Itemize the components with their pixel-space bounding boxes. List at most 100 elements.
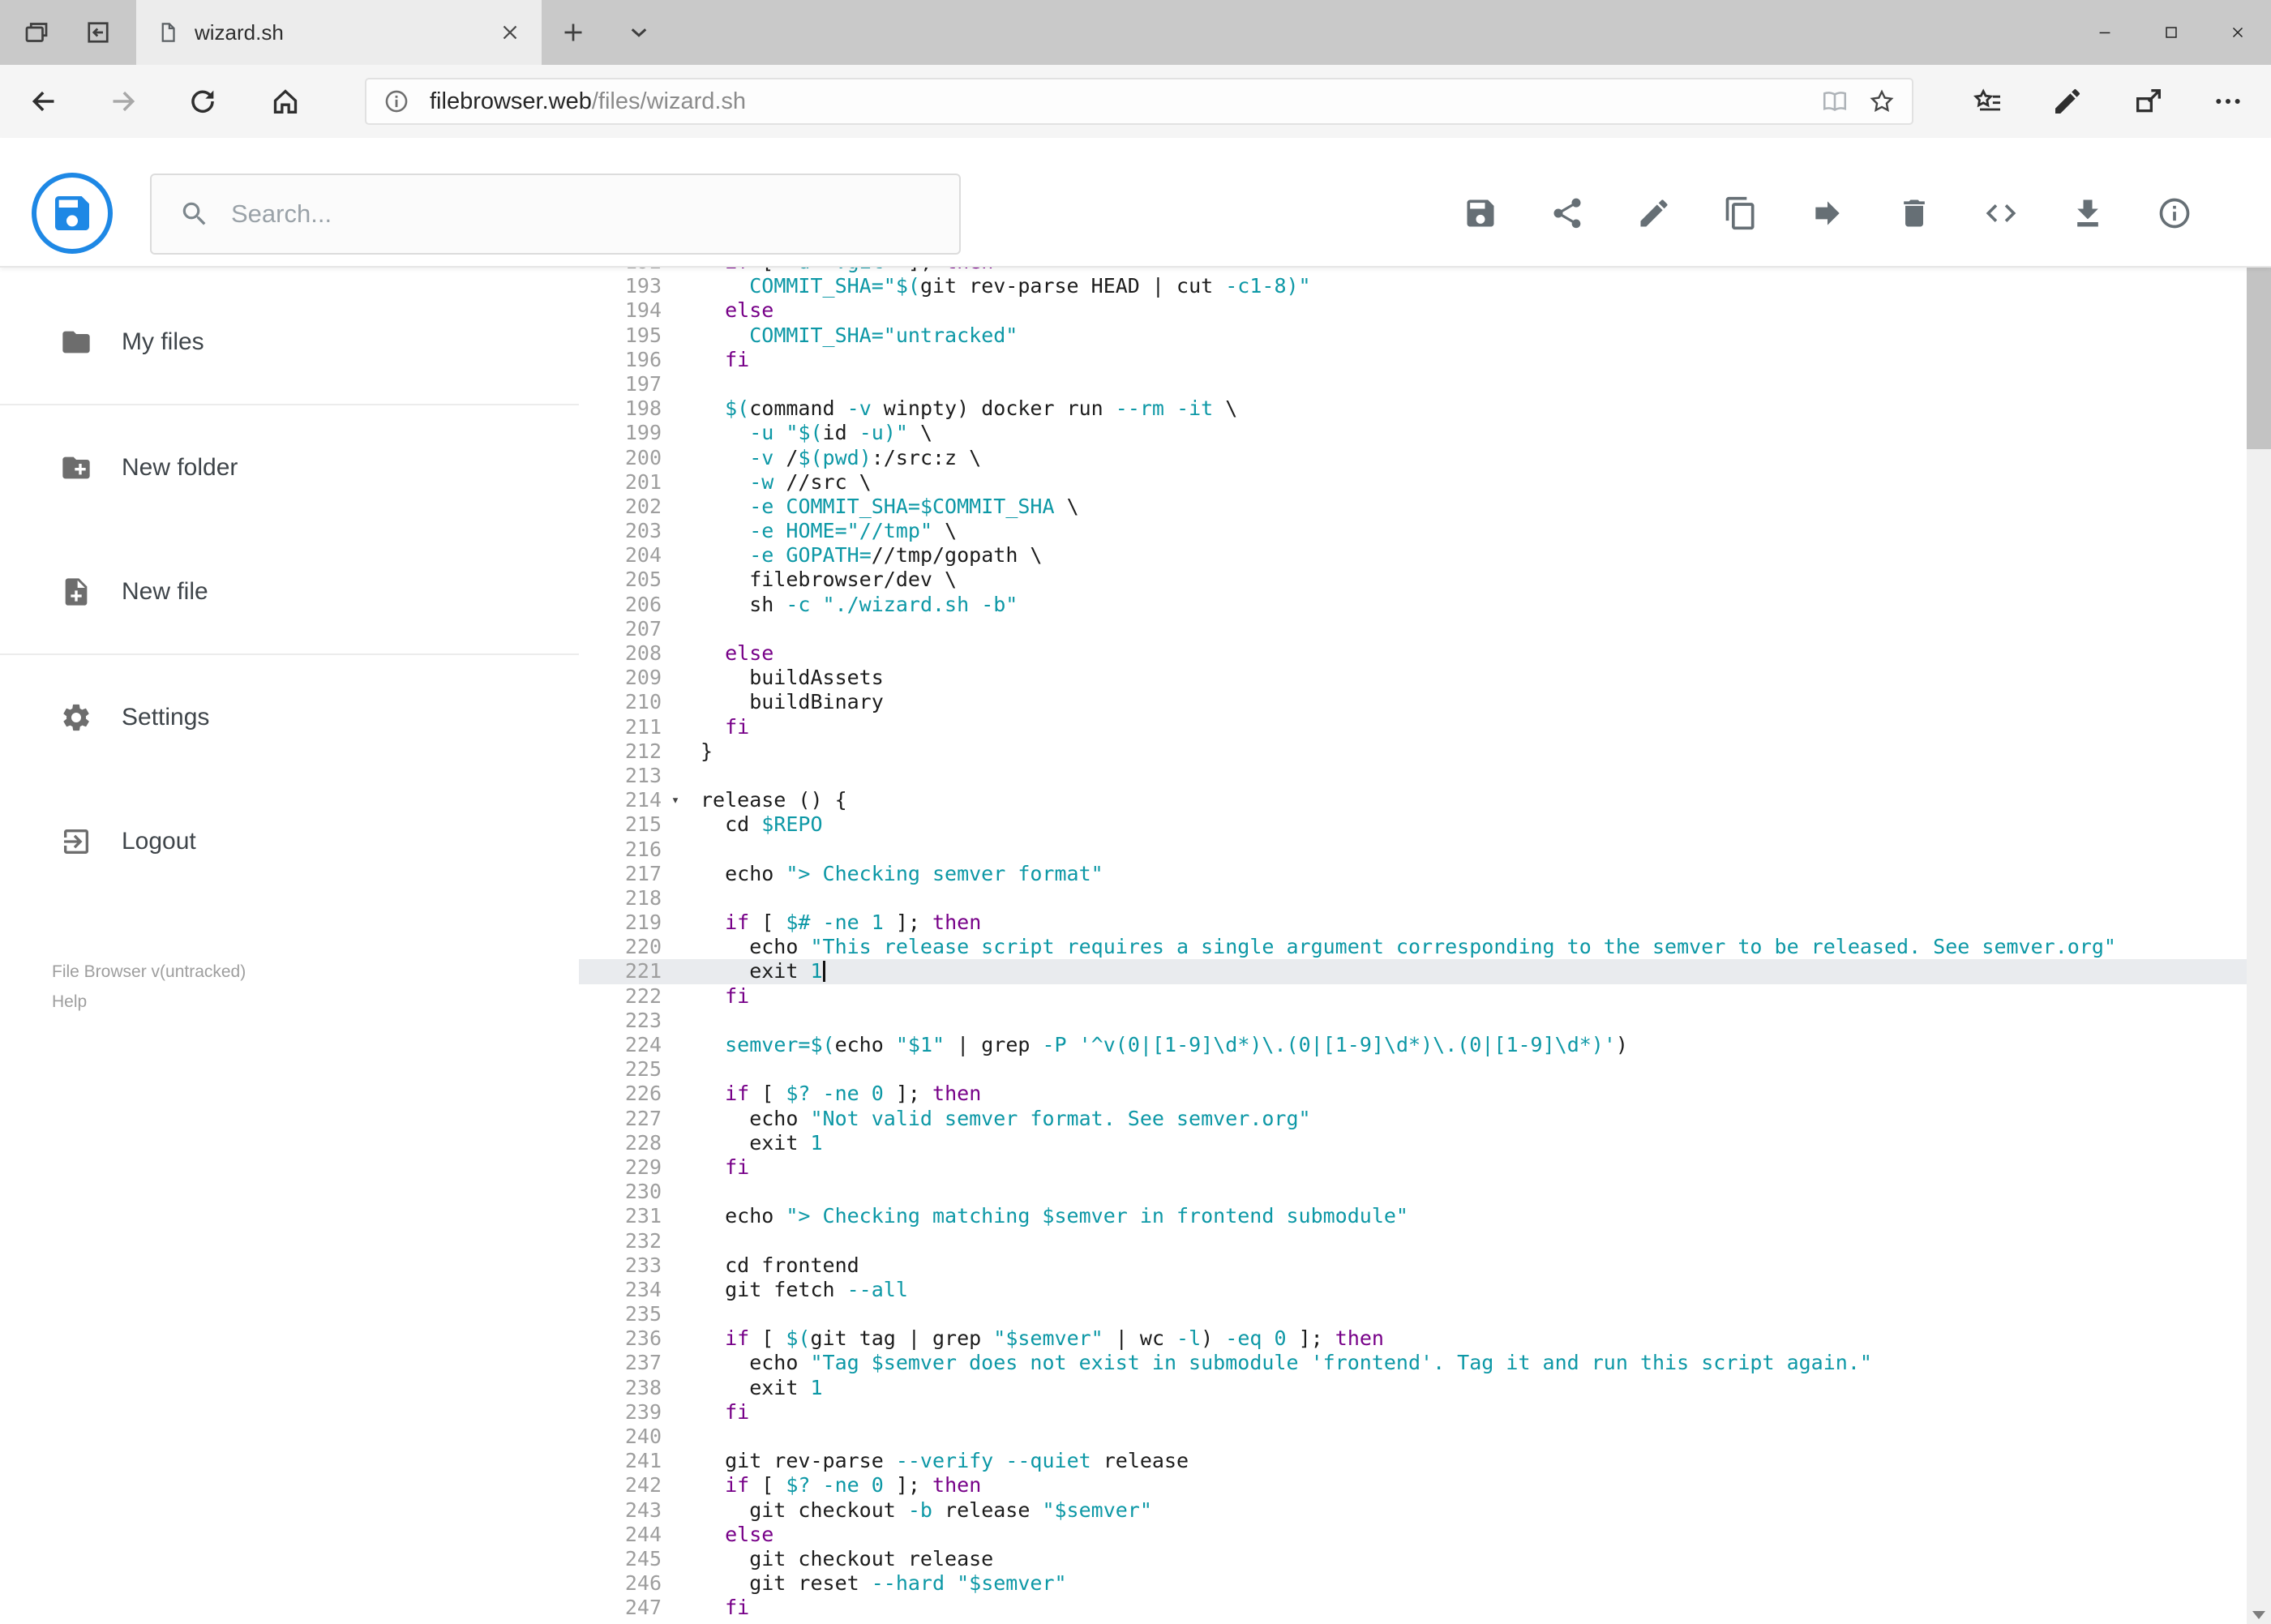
fold-marker-icon[interactable]: ▾: [662, 788, 689, 812]
set-tabs-aside-icon[interactable]: [84, 18, 113, 47]
code-line[interactable]: 238 exit 1: [579, 1376, 2247, 1400]
code-line[interactable]: 211 fi: [579, 715, 2247, 739]
save-icon[interactable]: [1463, 195, 1498, 231]
code-line[interactable]: 231 echo "> Checking matching $semver in…: [579, 1204, 2247, 1228]
favorite-star-icon[interactable]: [1868, 88, 1896, 115]
code-line[interactable]: 235: [579, 1302, 2247, 1326]
code-line[interactable]: 192 if [ -d ".git" ]; then: [579, 268, 2247, 274]
address-bar[interactable]: filebrowser.web/files/wizard.sh: [365, 78, 1913, 125]
code-line[interactable]: 206 sh -c "./wizard.sh -b": [579, 593, 2247, 617]
code-line[interactable]: 236 if [ $(git tag | grep "$semver" | wc…: [579, 1326, 2247, 1351]
code-line[interactable]: 228 exit 1: [579, 1131, 2247, 1155]
minimize-button[interactable]: [2072, 0, 2138, 65]
code-line[interactable]: 196 fi: [579, 348, 2247, 372]
code-line[interactable]: 229 fi: [579, 1155, 2247, 1180]
code-line[interactable]: 201 -w //src \: [579, 470, 2247, 495]
code-line[interactable]: 205 filebrowser/dev \: [579, 568, 2247, 592]
maximize-button[interactable]: [2138, 0, 2205, 65]
code-line[interactable]: 244 else: [579, 1523, 2247, 1547]
code-line[interactable]: 224 semver=$(echo "$1" | grep -P '^v(0|[…: [579, 1033, 2247, 1057]
search-box[interactable]: [150, 174, 961, 255]
web-note-pen-icon[interactable]: [2051, 85, 2084, 118]
code-line[interactable]: 209 buildAssets: [579, 666, 2247, 690]
code-text: if [ -d ".git" ]; then: [689, 268, 2247, 274]
code-line[interactable]: 240: [579, 1425, 2247, 1449]
move-icon[interactable]: [1810, 195, 1845, 231]
code-line[interactable]: 232: [579, 1229, 2247, 1253]
tab-wizard-sh[interactable]: wizard.sh: [136, 0, 542, 65]
sidebar-item-my-files[interactable]: My files: [0, 280, 579, 404]
code-line[interactable]: 221 exit 1: [579, 959, 2247, 984]
home-icon[interactable]: [269, 85, 302, 118]
copy-icon[interactable]: [1723, 195, 1759, 231]
more-options-icon[interactable]: [2212, 85, 2244, 118]
code-line[interactable]: 203 -e HOME="//tmp" \: [579, 519, 2247, 543]
show-tab-previews-icon[interactable]: [624, 18, 653, 47]
code-line[interactable]: 215 cd $REPO: [579, 812, 2247, 837]
code-line[interactable]: 223: [579, 1009, 2247, 1033]
code-line[interactable]: 198 $(command -v winpty) docker run --rm…: [579, 396, 2247, 421]
code-line[interactable]: 208 else: [579, 641, 2247, 666]
code-line[interactable]: 242 if [ $? -ne 0 ]; then: [579, 1473, 2247, 1498]
code-line[interactable]: 237 echo "Tag $semver does not exist in …: [579, 1351, 2247, 1375]
back-icon[interactable]: [28, 85, 60, 118]
code-line[interactable]: 245 git checkout release: [579, 1547, 2247, 1571]
code-line[interactable]: 243 git checkout -b release "$semver": [579, 1498, 2247, 1523]
close-tab-icon[interactable]: [498, 20, 522, 45]
code-line[interactable]: 241 git rev-parse --verify --quiet relea…: [579, 1449, 2247, 1473]
code-line[interactable]: 222 fi: [579, 984, 2247, 1009]
new-tab-button[interactable]: [559, 18, 588, 47]
search-input[interactable]: [231, 199, 949, 229]
code-line[interactable]: 246 git reset --hard "$semver": [579, 1571, 2247, 1596]
close-button[interactable]: [2205, 0, 2271, 65]
code-line[interactable]: 202 -e COMMIT_SHA=$COMMIT_SHA \: [579, 495, 2247, 519]
code-line[interactable]: 218: [579, 886, 2247, 911]
info-icon[interactable]: [2157, 195, 2192, 231]
refresh-icon[interactable]: [186, 85, 219, 118]
help-link[interactable]: Help: [52, 987, 246, 1017]
download-icon[interactable]: [2070, 195, 2106, 231]
code-line[interactable]: 227 echo "Not valid semver format. See s…: [579, 1107, 2247, 1131]
code-line[interactable]: 194 else: [579, 298, 2247, 323]
code-line[interactable]: 220 echo "This release script requires a…: [579, 935, 2247, 959]
code-editor-icon[interactable]: [1983, 195, 2019, 231]
code-line[interactable]: 216: [579, 838, 2247, 862]
code-line[interactable]: 226 if [ $? -ne 0 ]; then: [579, 1082, 2247, 1106]
share-icon[interactable]: [1549, 195, 1585, 231]
hub-favorites-icon[interactable]: [1972, 85, 2004, 118]
sidebar-item-settings[interactable]: Settings: [0, 655, 579, 779]
code-line[interactable]: 207: [579, 617, 2247, 641]
rename-icon[interactable]: [1636, 195, 1672, 231]
code-line[interactable]: 247 fi: [579, 1596, 2247, 1620]
tab-preview-icon[interactable]: [22, 18, 51, 47]
forward-icon[interactable]: [107, 85, 139, 118]
code-line[interactable]: 233 cd frontend: [579, 1253, 2247, 1278]
reading-view-icon[interactable]: [1821, 88, 1849, 115]
code-line[interactable]: 193 COMMIT_SHA="$(git rev-parse HEAD | c…: [579, 274, 2247, 298]
code-line[interactable]: 230: [579, 1180, 2247, 1204]
code-line[interactable]: 199 -u "$(id -u)" \: [579, 421, 2247, 445]
code-line[interactable]: 217 echo "> Checking semver format": [579, 862, 2247, 886]
code-line[interactable]: 219 if [ $# -ne 1 ]; then: [579, 911, 2247, 935]
scroll-down-icon[interactable]: [2247, 1596, 2271, 1624]
code-line[interactable]: 212}: [579, 739, 2247, 764]
sidebar-item-logout[interactable]: Logout: [0, 779, 579, 903]
sidebar-item-new-folder[interactable]: New folder: [0, 405, 579, 529]
scrollbar-track[interactable]: [2247, 138, 2271, 1624]
code-line[interactable]: 239 fi: [579, 1400, 2247, 1425]
code-line[interactable]: 197: [579, 372, 2247, 396]
code-line[interactable]: 214 ▾ release () {: [579, 788, 2247, 812]
code-editor[interactable]: 192 if [ -d ".git" ]; then193 COMMIT_SHA…: [579, 268, 2247, 1624]
sidebar-item-new-file[interactable]: New file: [0, 529, 579, 653]
code-line[interactable]: 213: [579, 764, 2247, 788]
code-line[interactable]: 200 -v /$(pwd):/src:z \: [579, 446, 2247, 470]
code-line[interactable]: 225: [579, 1057, 2247, 1082]
code-line[interactable]: 234 git fetch --all: [579, 1278, 2247, 1302]
share-page-icon[interactable]: [2132, 85, 2165, 118]
code-line[interactable]: 210 buildBinary: [579, 690, 2247, 714]
page-info-icon[interactable]: [383, 88, 410, 115]
code-line[interactable]: 195 COMMIT_SHA="untracked": [579, 324, 2247, 348]
code-line[interactable]: 204 -e GOPATH=//tmp/gopath \: [579, 543, 2247, 568]
delete-icon[interactable]: [1896, 195, 1932, 231]
